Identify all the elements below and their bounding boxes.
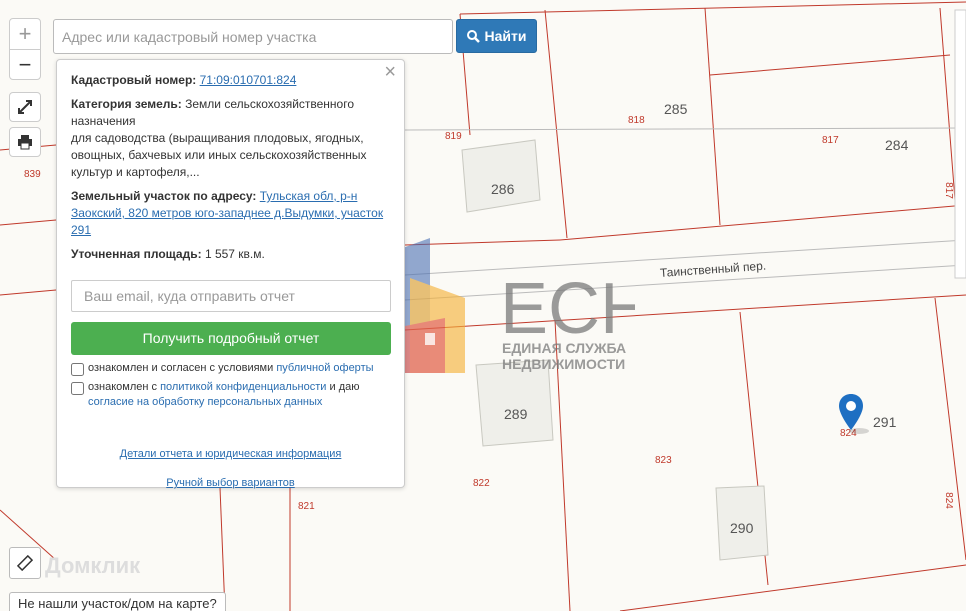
ruler-button[interactable] bbox=[9, 547, 41, 579]
not-found-button[interactable]: Не нашли участок/дом на карте? bbox=[9, 592, 226, 611]
privacy-agreement: ознакомлен с политикой конфиденциальност… bbox=[71, 380, 390, 410]
plot-info-popup: × Кадастровый номер: 71:09:010701:824 Ка… bbox=[56, 59, 405, 489]
watermark-line2: НЕДВИЖИМОСТИ bbox=[502, 356, 625, 372]
address-label: Земельный участок по адресу: bbox=[71, 189, 257, 203]
house-number-291: 291 bbox=[873, 414, 897, 430]
area-label: Уточненная площадь: bbox=[71, 247, 202, 261]
house-number-284: 284 bbox=[885, 137, 909, 153]
zoom-control: + − bbox=[9, 18, 41, 80]
privacy-text: ознакомлен с политикой конфиденциальност… bbox=[88, 381, 360, 408]
watermark-line1: ЕДИНАЯ СЛУЖБА bbox=[502, 340, 626, 356]
domclick-logo: Домклик bbox=[45, 553, 141, 578]
get-report-button[interactable]: Получить подробный отчет bbox=[71, 322, 391, 355]
expand-icon bbox=[18, 100, 32, 114]
area-value: 1 557 кв.м. bbox=[204, 247, 265, 261]
email-field[interactable] bbox=[71, 280, 391, 312]
zoom-in-button[interactable]: + bbox=[10, 19, 40, 49]
plot-number-823: 823 bbox=[655, 455, 672, 466]
house-number-286: 286 bbox=[491, 181, 515, 197]
cadastral-label: Кадастровый номер: bbox=[71, 73, 197, 87]
house-number-290: 290 bbox=[730, 520, 754, 536]
plot-number-821: 821 bbox=[298, 501, 315, 512]
address-row: Земельный участок по адресу: Тульская об… bbox=[71, 188, 390, 239]
ruler-icon bbox=[17, 555, 33, 571]
location-pin-icon[interactable] bbox=[839, 394, 873, 436]
plot-number-818: 818 bbox=[628, 115, 645, 126]
plot-number-817b: 817 bbox=[942, 182, 954, 199]
plot-number-839: 839 bbox=[24, 169, 41, 180]
details-link[interactable]: Детали отчета и юридическая информация bbox=[120, 448, 342, 460]
search-input[interactable] bbox=[53, 19, 453, 54]
category-row: Категория земель: Земли сельскохозяйстве… bbox=[71, 96, 390, 181]
offer-link[interactable]: публичной оферты bbox=[276, 362, 373, 374]
search-icon bbox=[466, 29, 480, 43]
plot-number-822: 822 bbox=[473, 478, 490, 489]
category-label: Категория земель: bbox=[71, 97, 182, 111]
offer-agreement: ознакомлен и согласен с условиями публич… bbox=[71, 361, 390, 376]
manual-select-link[interactable]: Ручной выбор вариантов bbox=[166, 477, 294, 489]
zoom-out-button[interactable]: − bbox=[10, 49, 40, 79]
watermark-brand: ЕСН bbox=[500, 269, 635, 349]
house-number-289: 289 bbox=[504, 406, 528, 422]
search-button[interactable]: Найти bbox=[456, 19, 537, 53]
plot-number-817: 817 bbox=[822, 135, 839, 146]
category-value-2: для садоводства (выращивания плодовых, я… bbox=[71, 131, 367, 179]
privacy-link[interactable]: политикой конфиденциальности bbox=[160, 381, 326, 393]
plot-number-819: 819 bbox=[445, 131, 462, 142]
area-row: Уточненная площадь: 1 557 кв.м. bbox=[71, 246, 390, 263]
plot-number-824b: 824 bbox=[942, 492, 954, 509]
fullscreen-button[interactable] bbox=[9, 92, 41, 122]
house-number-285: 285 bbox=[664, 101, 688, 117]
print-button[interactable] bbox=[9, 127, 41, 157]
close-icon[interactable]: × bbox=[384, 62, 396, 82]
search-button-label: Найти bbox=[484, 28, 527, 44]
cadastral-link[interactable]: 71:09:010701:824 bbox=[200, 73, 297, 87]
privacy-checkbox[interactable] bbox=[71, 382, 84, 395]
consent-link[interactable]: согласие на обработку персональных данны… bbox=[88, 396, 322, 408]
printer-icon bbox=[18, 135, 32, 150]
cadastral-row: Кадастровый номер: 71:09:010701:824 bbox=[71, 72, 390, 89]
offer-text: ознакомлен и согласен с условиями публич… bbox=[88, 362, 374, 374]
offer-checkbox[interactable] bbox=[71, 363, 84, 376]
